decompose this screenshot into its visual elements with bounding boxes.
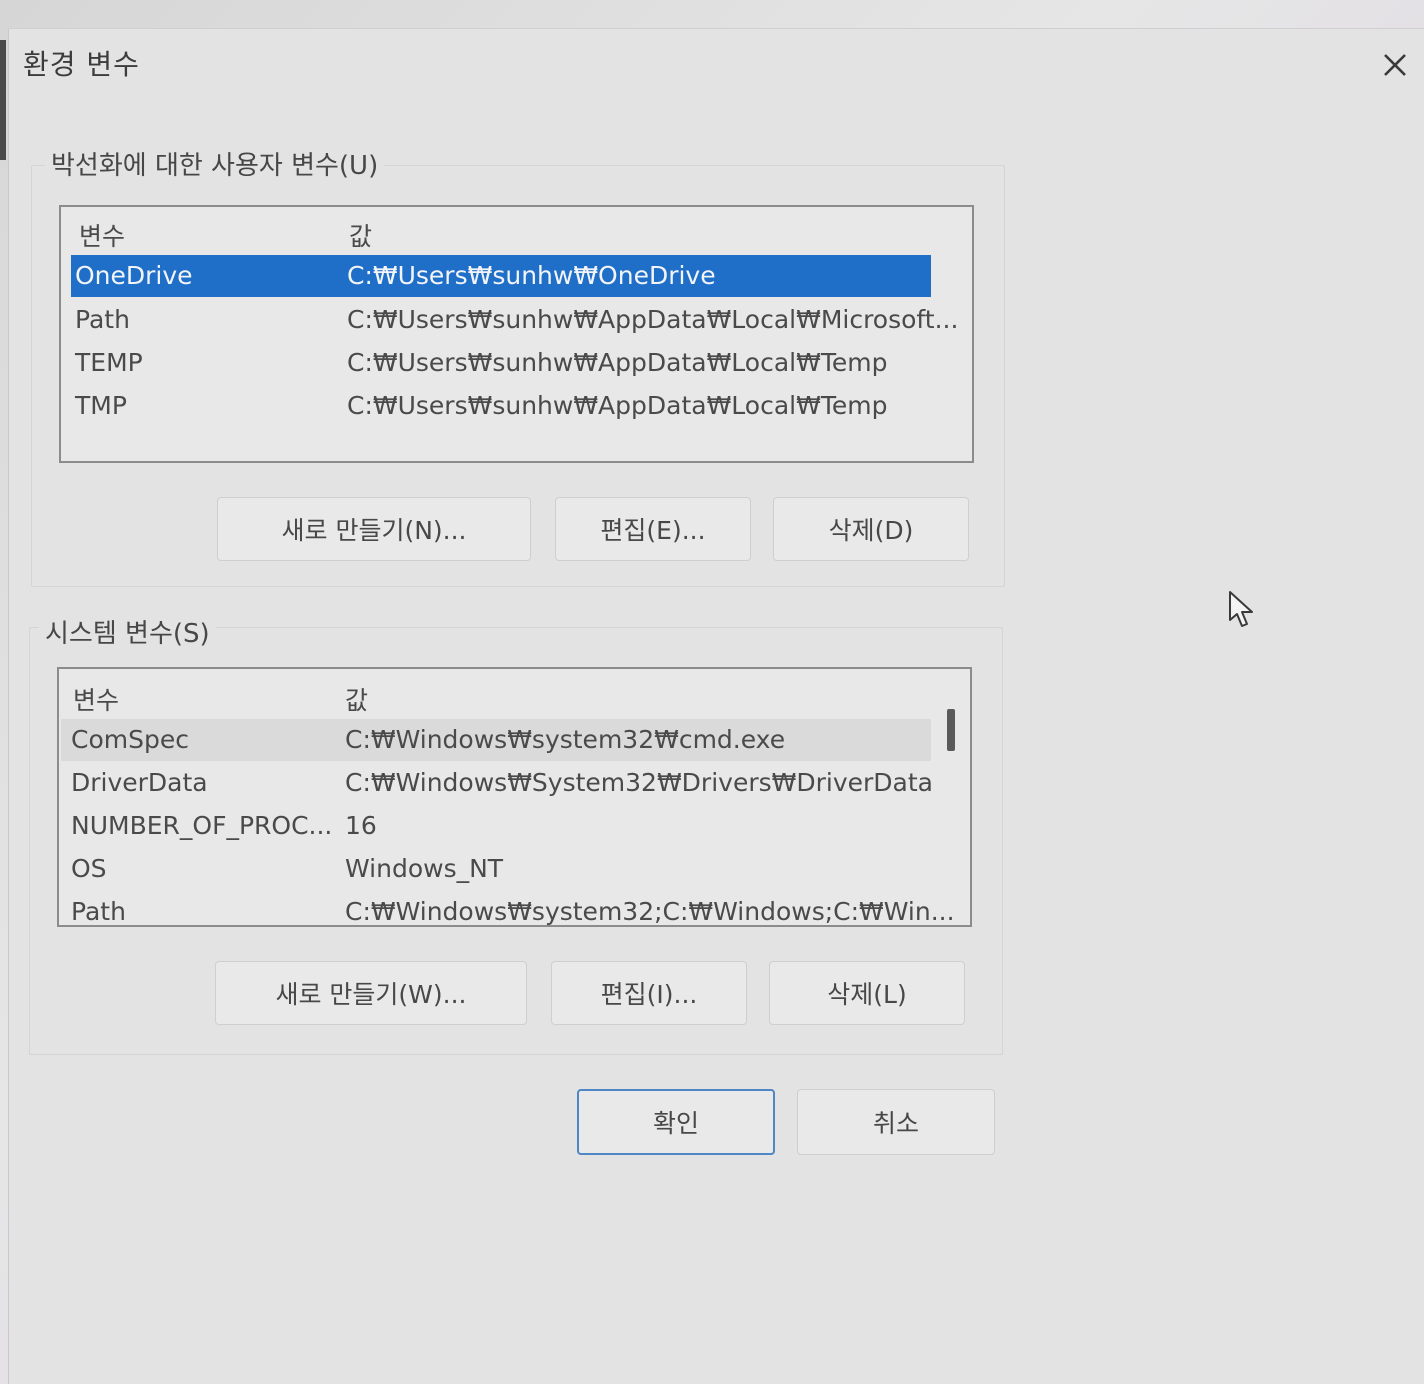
header-value[interactable]: 값 — [349, 217, 372, 253]
title-bar[interactable]: 환경 변수 — [9, 29, 1424, 95]
system-variables-list[interactable]: 변수 값 ComSpec C:₩Windows₩system32₩cmd.exe… — [57, 667, 972, 927]
header-value[interactable]: 값 — [345, 681, 368, 717]
screen: 환경 변수 박선화에 대한 사용자 변수(U) 변수 값 OneDrive C:… — [0, 0, 1424, 1384]
system-new-button[interactable]: 새로 만들기(W)... — [215, 961, 527, 1025]
row-variable: TMP — [75, 391, 127, 420]
row-variable: OneDrive — [75, 261, 193, 290]
environment-variables-dialog: 환경 변수 박선화에 대한 사용자 변수(U) 변수 값 OneDrive C:… — [8, 28, 1424, 1384]
system-variables-label: 시스템 변수(S) — [39, 613, 216, 650]
mouse-cursor-icon — [1229, 591, 1253, 627]
table-row-driverdata[interactable]: DriverData C:₩Windows₩System32₩Drivers₩D… — [61, 762, 933, 804]
header-variable[interactable]: 변수 — [73, 681, 119, 717]
row-value: C:₩Users₩sunhw₩AppData₩Local₩Temp — [347, 348, 888, 377]
row-value: C:₩Users₩sunhw₩OneDrive — [347, 261, 716, 290]
row-variable: ComSpec — [71, 725, 189, 754]
list-scrollbar-thumb[interactable] — [947, 709, 955, 751]
user-new-button[interactable]: 새로 만들기(N)... — [217, 497, 531, 561]
table-row-path[interactable]: Path C:₩Windows₩system32;C:₩Windows;C:₩W… — [61, 891, 955, 926]
table-row-number-of-processors[interactable]: NUMBER_OF_PROC... 16 — [61, 805, 931, 847]
row-value: C:₩Windows₩System32₩Drivers₩DriverData — [345, 768, 933, 797]
background-window-edge — [0, 40, 6, 160]
window-title: 환경 변수 — [23, 48, 140, 81]
row-value: C:₩Users₩sunhw₩AppData₩Local₩Microsoft..… — [347, 305, 959, 334]
row-variable: Path — [71, 897, 126, 926]
user-delete-button[interactable]: 삭제(D) — [773, 497, 969, 561]
close-icon — [1384, 54, 1406, 76]
row-value: C:₩Users₩sunhw₩AppData₩Local₩Temp — [347, 391, 888, 420]
row-value: C:₩Windows₩system32₩cmd.exe — [345, 725, 786, 754]
cancel-button[interactable]: 취소 — [797, 1089, 995, 1155]
row-variable: Path — [75, 305, 130, 334]
table-row-os[interactable]: OS Windows_NT — [61, 848, 931, 890]
header-variable[interactable]: 변수 — [79, 217, 125, 253]
row-variable: OS — [71, 854, 107, 883]
row-value: C:₩Windows₩system32;C:₩Windows;C:₩Win... — [345, 897, 955, 926]
ok-button[interactable]: 확인 — [577, 1089, 775, 1155]
table-row-path[interactable]: Path C:₩Users₩sunhw₩AppData₩Local₩Micros… — [71, 299, 958, 341]
row-variable: NUMBER_OF_PROC... — [71, 811, 333, 840]
row-value: Windows_NT — [345, 854, 504, 883]
user-edit-button[interactable]: 편집(E)... — [555, 497, 751, 561]
list-header: 변수 값 — [61, 207, 972, 251]
system-delete-button[interactable]: 삭제(L) — [769, 961, 965, 1025]
table-row-onedrive[interactable]: OneDrive C:₩Users₩sunhw₩OneDrive — [71, 255, 931, 297]
list-header: 변수 값 — [59, 669, 970, 715]
user-variables-list[interactable]: 변수 값 OneDrive C:₩Users₩sunhw₩OneDrive Pa… — [59, 205, 974, 463]
table-row-comspec[interactable]: ComSpec C:₩Windows₩system32₩cmd.exe — [61, 719, 931, 761]
close-button[interactable] — [1373, 43, 1417, 87]
row-variable: DriverData — [71, 768, 208, 797]
system-edit-button[interactable]: 편집(I)... — [551, 961, 747, 1025]
row-variable: TEMP — [75, 348, 143, 377]
table-row-temp[interactable]: TEMP C:₩Users₩sunhw₩AppData₩Local₩Temp — [71, 342, 931, 384]
table-row-tmp[interactable]: TMP C:₩Users₩sunhw₩AppData₩Local₩Temp — [71, 385, 931, 427]
user-variables-label: 박선화에 대한 사용자 변수(U) — [45, 145, 385, 182]
row-value: 16 — [345, 811, 377, 840]
